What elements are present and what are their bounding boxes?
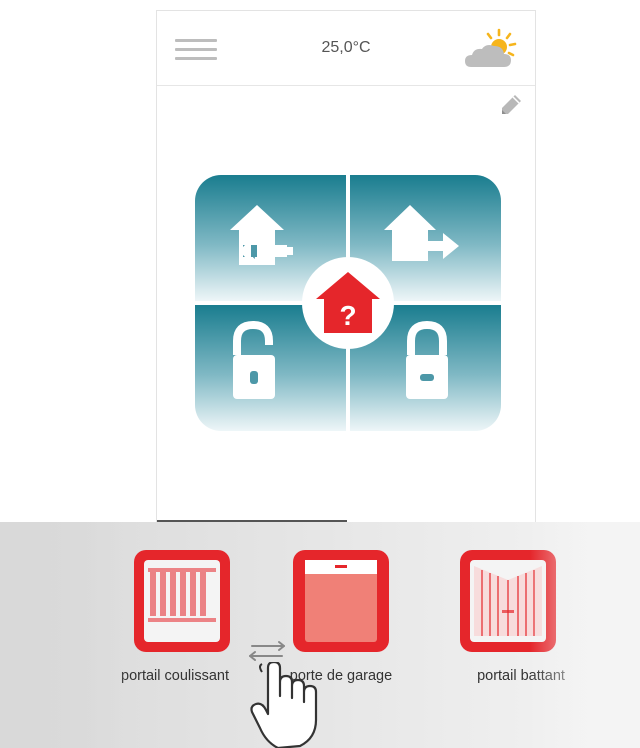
swing-gate-icon — [470, 560, 546, 642]
sliding-gate-icon — [144, 560, 220, 642]
partly-sunny-icon[interactable] — [461, 27, 521, 73]
device-label-sliding-gate: portail coulissant — [121, 668, 229, 684]
swing-gate-tile[interactable] — [460, 550, 556, 652]
app-screen: 25,0°C ? portail coulissant porte de gar… — [0, 0, 640, 748]
swipe-arrows-icon — [249, 641, 285, 661]
control-pad: ? — [195, 175, 501, 431]
device-label-swing-gate: portail battant — [477, 668, 565, 684]
top-bar: 25,0°C — [157, 11, 535, 86]
hand-pointer-icon — [250, 662, 318, 748]
pencil-icon[interactable] — [499, 93, 523, 117]
phone-frame: 25,0°C ? — [156, 10, 536, 530]
garage-door-tile[interactable] — [293, 550, 389, 652]
garage-door-icon — [305, 560, 377, 642]
carousel-fade-left — [0, 522, 130, 748]
sliding-gate-tile[interactable] — [134, 550, 230, 652]
status-question-mark: ? — [339, 300, 356, 331]
device-carousel[interactable]: portail coulissant porte de garage porta… — [0, 522, 640, 748]
